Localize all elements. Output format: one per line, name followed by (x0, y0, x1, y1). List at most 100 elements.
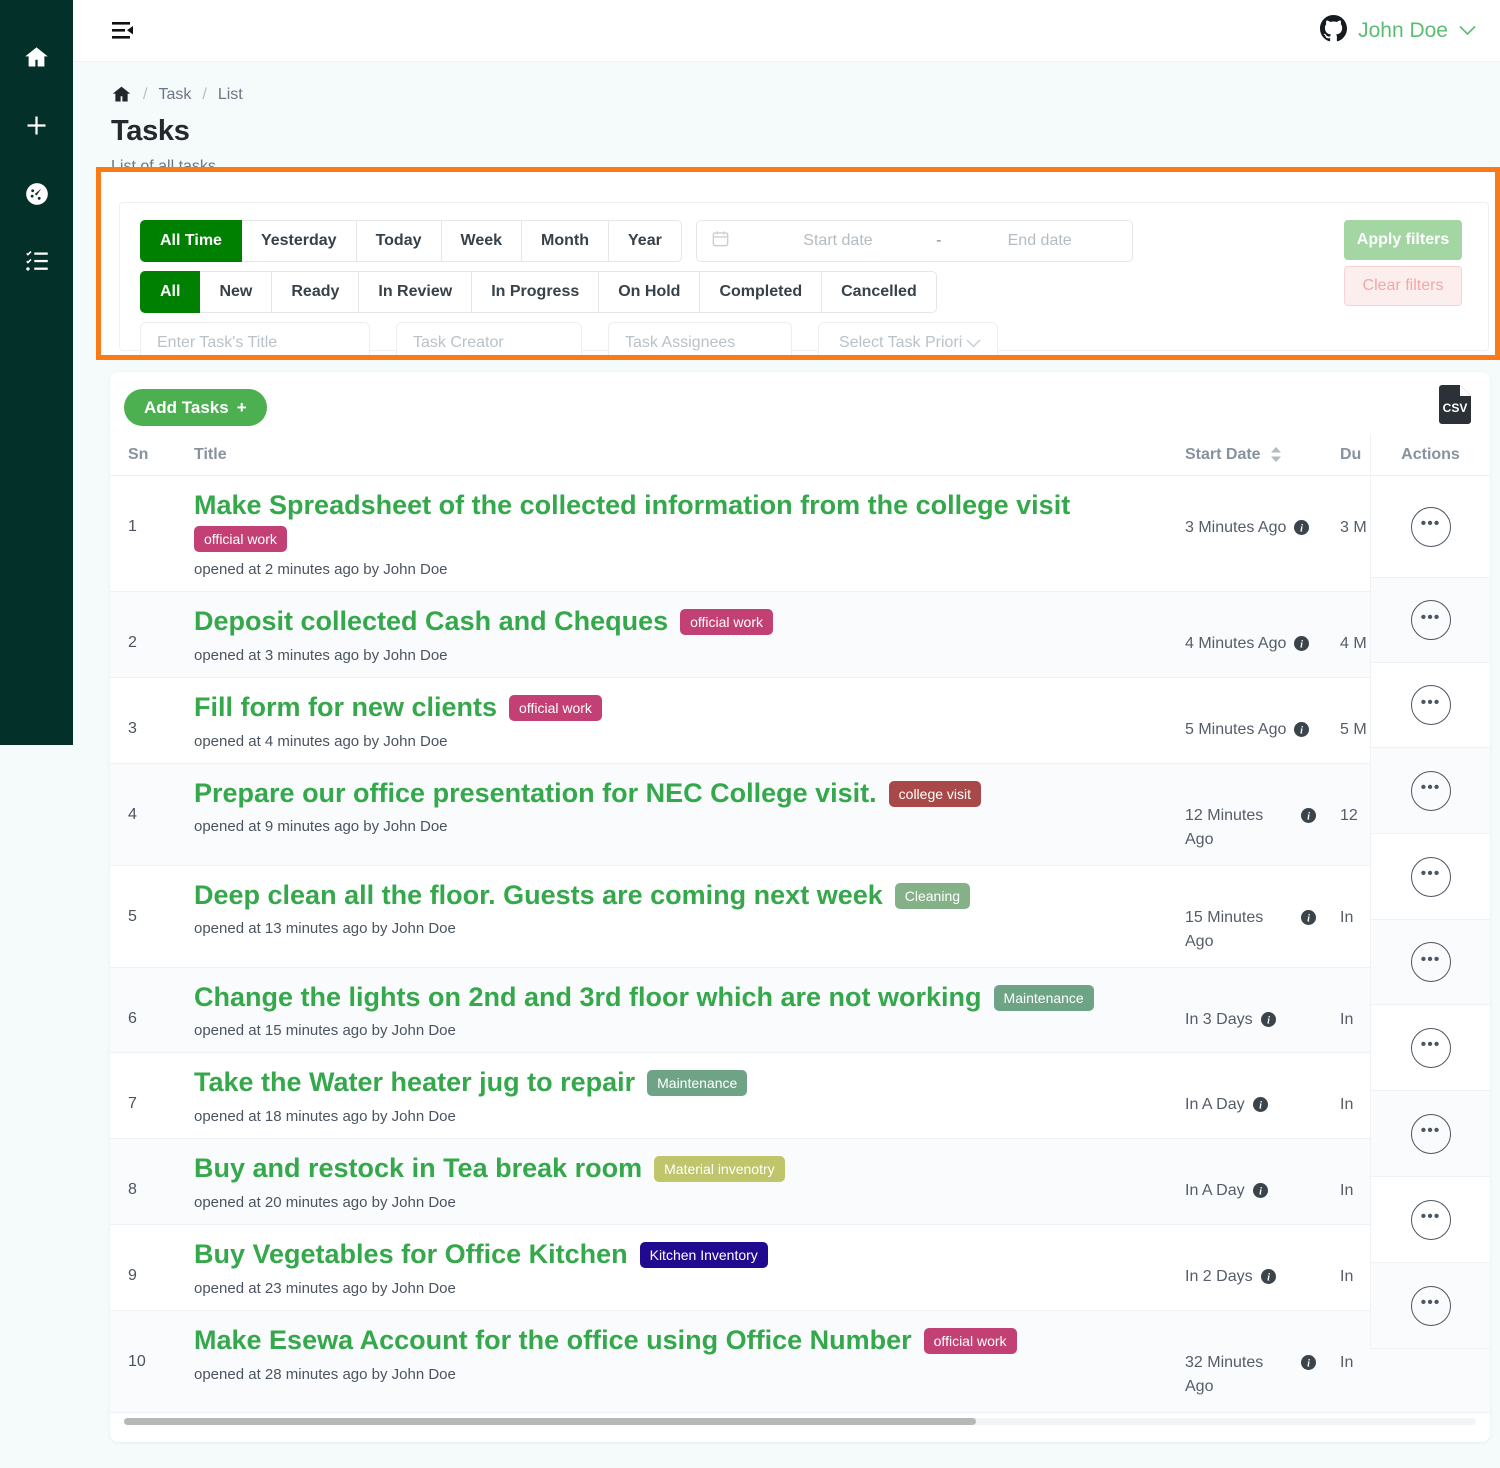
task-assignees-input[interactable] (608, 322, 792, 355)
row-title-cell: Deep clean all the floor. Guests are com… (194, 880, 1185, 937)
task-title-link[interactable]: Take the Water heater jug to repair (194, 1067, 635, 1099)
status-filter-ready[interactable]: Ready (272, 271, 360, 313)
row-sn: 10 (128, 1353, 146, 1371)
status-filter-new[interactable]: New (200, 271, 273, 313)
sidebar-item-dashboard[interactable] (0, 162, 73, 230)
info-icon[interactable]: i (1301, 909, 1316, 933)
task-tag[interactable]: Maintenance (993, 984, 1094, 1011)
time-filter-month[interactable]: Month (522, 220, 609, 262)
status-filter-in-review[interactable]: In Review (359, 271, 473, 313)
info-icon[interactable]: i (1294, 519, 1310, 543)
sidebar-item-tasks[interactable] (0, 230, 73, 298)
add-tasks-button[interactable]: Add Tasks + (124, 389, 267, 426)
sidebar-item-home[interactable] (0, 26, 73, 94)
task-title-input[interactable] (140, 322, 370, 355)
task-title-link[interactable]: Deposit collected Cash and Cheques (194, 606, 668, 638)
csv-download-icon[interactable]: CSV (1436, 382, 1474, 429)
status-filter-completed[interactable]: Completed (700, 271, 823, 313)
table-row[interactable]: 1 Make Spreadsheet of the collected info… (110, 476, 1490, 592)
scrollbar-track[interactable] (124, 1418, 1476, 1426)
apply-filters-button[interactable]: Apply filters (1344, 220, 1462, 260)
home-icon[interactable] (111, 84, 132, 105)
breadcrumb-item-task[interactable]: Task (158, 86, 191, 104)
task-title-link[interactable]: Buy Vegetables for Office Kitchen (194, 1239, 628, 1271)
task-title-link[interactable]: Change the lights on 2nd and 3rd floor w… (194, 982, 982, 1014)
task-tag[interactable]: Cleaning (894, 882, 971, 909)
task-title-link[interactable]: Deep clean all the floor. Guests are com… (194, 880, 883, 912)
info-icon[interactable]: i (1252, 1096, 1268, 1120)
info-icon[interactable]: i (1294, 721, 1310, 745)
row-start-date-text: 5 Minutes Ago (1185, 720, 1287, 738)
row-start-date-text: 12 Minutes Ago (1185, 806, 1264, 848)
ellipsis-icon[interactable]: ••• (1410, 1285, 1451, 1326)
menu-fold-icon[interactable] (111, 18, 139, 44)
task-title-link[interactable]: Buy and restock in Tea break room (194, 1153, 642, 1185)
table-row[interactable]: 7 Take the Water heater jug to repair Ma… (110, 1053, 1490, 1140)
ellipsis-icon[interactable]: ••• (1410, 1199, 1451, 1240)
table-row[interactable]: 3 Fill form for new clients official wor… (110, 678, 1490, 764)
task-tag[interactable]: official work (680, 608, 773, 635)
column-header-sn: Sn (128, 445, 149, 463)
ellipsis-icon[interactable]: ••• (1410, 1113, 1451, 1154)
info-icon[interactable]: i (1301, 807, 1316, 831)
sidebar-item-add[interactable] (0, 94, 73, 162)
sort-arrows-icon[interactable] (1270, 446, 1282, 463)
ellipsis-icon[interactable]: ••• (1410, 1027, 1451, 1068)
breadcrumb-item-list[interactable]: List (218, 86, 243, 104)
status-filter-in-progress[interactable]: In Progress (472, 271, 600, 313)
task-priority-select[interactable]: Select Task Priority (818, 322, 998, 355)
date-range-picker[interactable]: Start date - End date (695, 220, 1133, 262)
task-title-link[interactable]: Prepare our office presentation for NEC … (194, 778, 877, 810)
time-filter-year[interactable]: Year (609, 220, 682, 262)
end-date-field[interactable]: End date (947, 232, 1131, 250)
table-row[interactable]: 6 Change the lights on 2nd and 3rd floor… (110, 967, 1490, 1054)
time-filter-week[interactable]: Week (441, 220, 523, 262)
start-date-field[interactable]: Start date (746, 232, 930, 250)
info-icon[interactable]: i (1294, 635, 1310, 659)
task-title-link[interactable]: Fill form for new clients (194, 692, 497, 724)
status-filter-on-hold[interactable]: On Hold (599, 271, 701, 313)
task-title-link[interactable]: Make Spreadsheet of the collected inform… (194, 490, 1070, 522)
time-filter-today[interactable]: Today (356, 220, 442, 262)
time-filter-all-time[interactable]: All Time (140, 220, 242, 262)
status-filter-all[interactable]: All (140, 271, 201, 313)
filters-panel: All Time Yesterday Today Week Month Year… (119, 202, 1489, 355)
row-due-date-text: In (1340, 1354, 1354, 1372)
info-icon[interactable]: i (1301, 1354, 1316, 1378)
task-tag[interactable]: official work (194, 525, 287, 552)
info-icon[interactable]: i (1260, 1011, 1276, 1035)
task-tag[interactable]: college visit (888, 780, 982, 807)
table-row[interactable]: 4 Prepare our office presentation for NE… (110, 763, 1490, 866)
ellipsis-icon[interactable]: ••• (1410, 685, 1451, 725)
info-icon[interactable]: i (1260, 1268, 1276, 1292)
task-tag[interactable]: Material invenotry (654, 1156, 785, 1183)
ellipsis-icon[interactable]: ••• (1410, 942, 1451, 982)
horizontal-scrollbar[interactable] (110, 1413, 1490, 1430)
time-filter-yesterday[interactable]: Yesterday (241, 220, 357, 262)
column-header-start-date[interactable]: Start Date (1185, 446, 1340, 464)
task-title-link[interactable]: Make Esewa Account for the office using … (194, 1325, 912, 1357)
status-filter-cancelled[interactable]: Cancelled (822, 271, 937, 313)
chevron-down-icon[interactable] (1459, 22, 1476, 39)
ellipsis-icon[interactable]: ••• (1410, 856, 1451, 897)
task-tag[interactable]: official work (923, 1327, 1017, 1354)
actions-column: Actions ••• ••• ••• ••• ••• ••• ••• ••• (1370, 434, 1490, 1349)
row-title-cell: Buy and restock in Tea break room Materi… (194, 1153, 1185, 1211)
table-row[interactable]: 10 Make Esewa Account for the office usi… (110, 1311, 1490, 1414)
ellipsis-icon[interactable]: ••• (1410, 770, 1451, 811)
ellipsis-icon[interactable]: ••• (1410, 506, 1451, 547)
table-row[interactable]: 8 Buy and restock in Tea break room Mate… (110, 1139, 1490, 1226)
info-icon[interactable]: i (1252, 1182, 1268, 1206)
task-tag[interactable]: Kitchen Inventory (639, 1242, 768, 1269)
ellipsis-icon[interactable]: ••• (1410, 600, 1451, 640)
table-row[interactable]: 5 Deep clean all the floor. Guests are c… (110, 866, 1490, 968)
task-tag[interactable]: Maintenance (647, 1070, 748, 1097)
table-row[interactable]: 9 Buy Vegetables for Office Kitchen Kitc… (110, 1225, 1490, 1312)
row-title-cell: Make Spreadsheet of the collected inform… (194, 490, 1185, 578)
scrollbar-thumb[interactable] (124, 1418, 976, 1426)
task-tag[interactable]: official work (509, 694, 602, 721)
user-menu[interactable]: John Doe (1320, 14, 1476, 47)
table-row[interactable]: 2 Deposit collected Cash and Cheques off… (110, 591, 1490, 678)
clear-filters-button[interactable]: Clear filters (1344, 266, 1462, 306)
task-creator-input[interactable] (396, 322, 582, 355)
